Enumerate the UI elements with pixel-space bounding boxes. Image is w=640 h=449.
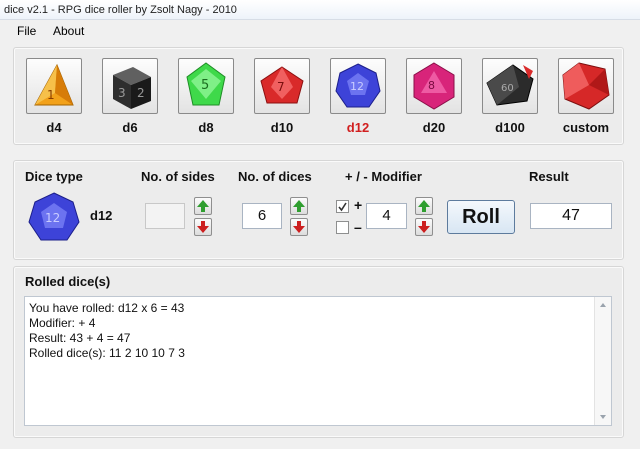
dice-count-input[interactable]: 6 xyxy=(242,203,282,229)
checkmark-icon xyxy=(338,202,347,212)
sides-label: No. of sides xyxy=(141,169,215,184)
log-line: Modifier: + 4 xyxy=(29,316,96,330)
down-arrow-icon xyxy=(293,221,305,233)
d10-die-icon: 7 xyxy=(260,66,304,104)
minus-checkbox[interactable] xyxy=(336,221,349,234)
die-button-d20[interactable]: 8 xyxy=(406,58,462,114)
sides-up-button[interactable] xyxy=(194,197,212,215)
svg-text:2: 2 xyxy=(137,86,145,100)
die-button-custom[interactable] xyxy=(558,58,614,114)
log-line: Rolled dice(s): 11 2 10 10 7 3 xyxy=(29,346,185,360)
d8-die-icon: 5 xyxy=(186,62,226,106)
app-window: dice v2.1 - RPG dice roller by Zsolt Nag… xyxy=(0,0,640,449)
die-label-custom: custom xyxy=(562,120,610,135)
rolled-dice-title: Rolled dice(s) xyxy=(25,274,111,289)
selected-dice-name: d12 xyxy=(90,208,113,223)
die-label-d8: d8 xyxy=(198,120,214,135)
die-button-d100[interactable]: 60 xyxy=(482,58,538,114)
minus-sign: – xyxy=(354,219,362,235)
count-label: No. of dices xyxy=(238,169,312,184)
down-arrow-icon xyxy=(418,221,430,233)
svg-text:3: 3 xyxy=(118,86,126,100)
count-down-button[interactable] xyxy=(290,218,308,236)
down-arrow-icon xyxy=(197,221,209,233)
die-label-d12: d12 xyxy=(346,120,370,135)
modifier-up-button[interactable] xyxy=(415,197,433,215)
up-arrow-icon xyxy=(418,200,430,212)
title-bar: dice v2.1 - RPG dice roller by Zsolt Nag… xyxy=(0,0,640,20)
die-button-d4[interactable]: 1 xyxy=(26,58,82,114)
log-line: Result: 43 + 4 = 47 xyxy=(29,331,131,345)
svg-text:12: 12 xyxy=(350,80,364,93)
log-scrollbar[interactable] xyxy=(594,297,611,425)
d20-die-icon: 8 xyxy=(413,62,455,110)
d12-die-icon: 12 xyxy=(335,63,381,108)
result-label: Result xyxy=(529,169,569,184)
menu-file[interactable]: File xyxy=(15,21,38,41)
svg-text:1: 1 xyxy=(47,88,55,102)
log-line: You have rolled: d12 x 6 = 43 xyxy=(29,301,185,315)
menu-bar: File About xyxy=(0,21,640,41)
scroll-down-icon[interactable] xyxy=(595,409,611,425)
die-button-d12[interactable]: 12 xyxy=(330,58,386,114)
window-title: dice v2.1 - RPG dice roller by Zsolt Nag… xyxy=(4,4,237,16)
modifier-input[interactable]: 4 xyxy=(366,203,407,229)
svg-text:60: 60 xyxy=(501,83,514,94)
custom-die-icon xyxy=(562,62,610,110)
die-label-d100: d100 xyxy=(495,120,525,135)
roll-button[interactable]: Roll xyxy=(447,200,515,234)
scroll-up-icon[interactable] xyxy=(595,297,611,313)
svg-text:7: 7 xyxy=(277,80,285,94)
roll-log-textarea[interactable]: You have rolled: d12 x 6 = 43 Modifier: … xyxy=(24,296,612,426)
dice-type-label: Dice type xyxy=(25,169,83,184)
d6-die-icon: 3 2 xyxy=(113,67,151,109)
selected-d12-die-icon: 12 xyxy=(28,192,80,241)
modifier-label: + / - Modifier xyxy=(345,169,422,184)
menu-about[interactable]: About xyxy=(51,21,86,41)
die-button-d8[interactable]: 5 xyxy=(178,58,234,114)
svg-text:5: 5 xyxy=(201,78,209,93)
die-label-d20: d20 xyxy=(422,120,446,135)
svg-text:12: 12 xyxy=(45,211,60,225)
die-label-d6: d6 xyxy=(122,120,138,135)
die-button-d6[interactable]: 3 2 xyxy=(102,58,158,114)
up-arrow-icon xyxy=(293,200,305,212)
modifier-down-button[interactable] xyxy=(415,218,433,236)
svg-text:8: 8 xyxy=(428,79,435,92)
die-label-d10: d10 xyxy=(270,120,294,135)
result-output: 47 xyxy=(530,203,612,229)
die-button-d10[interactable]: 7 xyxy=(254,58,310,114)
sides-down-button[interactable] xyxy=(194,218,212,236)
plus-sign: + xyxy=(354,197,363,213)
plus-checkbox[interactable] xyxy=(336,200,349,213)
up-arrow-icon xyxy=(197,200,209,212)
sides-input[interactable] xyxy=(145,203,185,229)
d100-die-icon: 60 xyxy=(486,64,534,106)
count-up-button[interactable] xyxy=(290,197,308,215)
die-label-d4: d4 xyxy=(46,120,62,135)
d4-die-icon: 1 xyxy=(34,63,74,106)
